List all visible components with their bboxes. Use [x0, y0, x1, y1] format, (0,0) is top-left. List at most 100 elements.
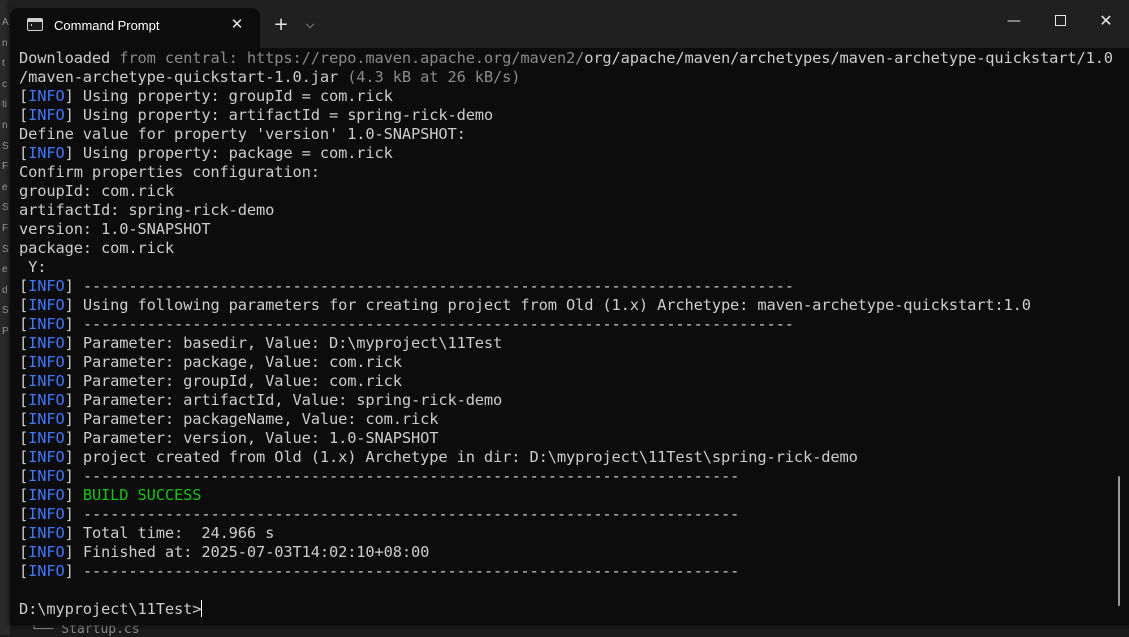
terminal-text: central: https://repo.maven.apache.org/m…: [155, 49, 585, 67]
info-tag: INFO: [28, 277, 65, 295]
terminal-text: Confirm properties configuration:: [19, 163, 320, 181]
terminal-text: [: [19, 410, 29, 428]
terminal-line: [INFO] Parameter: package, Value: com.ri…: [19, 353, 1114, 372]
terminal-text: /maven-archetype-quickstart-1.0.jar: [19, 68, 348, 86]
terminal-text: [: [19, 391, 29, 409]
background-text-fragment: S: [2, 202, 9, 214]
terminal-text: ] Parameter: packageName, Value: com.ric…: [64, 410, 439, 428]
terminal-text: ] Parameter: package, Value: com.rick: [64, 353, 402, 371]
info-tag: INFO: [28, 353, 65, 371]
info-tag: INFO: [28, 87, 65, 105]
terminal-text: ] Using property: artifactId = spring-ri…: [64, 106, 494, 124]
terminal-text: ] --------------------------------------…: [64, 277, 794, 295]
terminal-text: [: [19, 106, 29, 124]
terminal-text: version: 1.0-SNAPSHOT: [19, 220, 211, 238]
terminal-line: [INFO] Using following parameters for cr…: [19, 296, 1114, 315]
terminal-line: artifactId: spring-rick-demo: [19, 201, 1114, 220]
terminal-line: [INFO] Using property: groupId = com.ric…: [19, 87, 1114, 106]
tab-close-icon[interactable]: ✕: [225, 12, 249, 36]
info-tag: INFO: [28, 486, 65, 504]
info-tag: INFO: [28, 315, 65, 333]
minimize-button[interactable]: —: [991, 0, 1037, 44]
background-text-fragment: e: [2, 181, 8, 193]
background-text-fragment: n: [2, 37, 8, 49]
terminal-text: [: [19, 87, 29, 105]
tab-command-prompt[interactable]: Command Prompt ✕: [10, 8, 260, 48]
terminal-text: ] Parameter: artifactId, Value: spring-r…: [64, 391, 503, 409]
terminal-text: ] Parameter: version, Value: 1.0-SNAPSHO…: [64, 429, 439, 447]
background-text-fragment: S: [2, 243, 9, 255]
terminal-line: [INFO] ---------------------------------…: [19, 315, 1114, 334]
terminal-text: ] --------------------------------------…: [64, 562, 740, 580]
info-tag: INFO: [28, 296, 65, 314]
tab-title: Command Prompt: [54, 18, 160, 33]
info-tag: INFO: [28, 543, 65, 561]
maximize-icon: [1054, 15, 1066, 26]
info-tag: INFO: [28, 391, 65, 409]
terminal-text: ] Parameter: basedir, Value: D:\myprojec…: [64, 334, 503, 352]
info-tag: INFO: [28, 467, 65, 485]
background-text-fragment: P: [2, 326, 9, 337]
terminal-text: ] Parameter: groupId, Value: com.rick: [64, 372, 402, 390]
maximize-button[interactable]: [1037, 0, 1083, 44]
background-text-fragment: ti: [2, 99, 7, 111]
terminal-line: Confirm properties configuration:: [19, 163, 1114, 182]
terminal-text: D:\myproject\11Test>: [19, 600, 202, 618]
terminal-line: [INFO] Parameter: groupId, Value: com.ri…: [19, 372, 1114, 391]
terminal-text: [: [19, 448, 29, 466]
info-tag: INFO: [28, 562, 65, 580]
terminal-text: ] --------------------------------------…: [64, 315, 794, 333]
terminal-text: Define value for property 'version' 1.0-…: [19, 125, 466, 143]
new-tab-button[interactable]: +: [268, 12, 294, 38]
info-tag: INFO: [28, 524, 65, 542]
terminal-window: Command Prompt ✕ + ⌵ — ✕ Downloaded from…: [10, 0, 1129, 625]
terminal-text: [: [19, 372, 29, 390]
terminal-line: package: com.rick: [19, 239, 1114, 258]
terminal-text: Downloaded: [19, 49, 120, 67]
terminal-text: [: [19, 144, 29, 162]
terminal-text: [: [19, 467, 29, 485]
terminal-line: [INFO] ---------------------------------…: [19, 277, 1114, 296]
terminal-line: /maven-archetype-quickstart-1.0.jar (4.3…: [19, 68, 1114, 87]
terminal-text: [: [19, 486, 29, 504]
terminal-text: [: [19, 505, 29, 523]
terminal-text: package: com.rick: [19, 239, 174, 257]
command-prompt-icon: [27, 18, 43, 31]
terminal-scrollbar[interactable]: [1118, 476, 1120, 606]
tab-dropdown-chevron-down-icon[interactable]: ⌵: [298, 12, 322, 38]
terminal-text: ] Finished at: 2025-07-03T14:02:10+08:00: [64, 543, 430, 561]
window-close-button[interactable]: ✕: [1083, 0, 1129, 44]
terminal-text: [: [19, 562, 29, 580]
terminal-line: [INFO] Parameter: packageName, Value: co…: [19, 410, 1114, 429]
terminal-line: [INFO] Parameter: version, Value: 1.0-SN…: [19, 429, 1114, 448]
terminal-line: [INFO] Using property: package = com.ric…: [19, 144, 1114, 163]
title-bar[interactable]: Command Prompt ✕ + ⌵ — ✕: [10, 0, 1129, 48]
terminal-line: groupId: com.rick: [19, 182, 1114, 201]
background-text-fragment: n: [2, 120, 8, 131]
text-cursor: [201, 600, 203, 617]
background-text-fragment: e: [2, 264, 8, 276]
terminal-text: ] project created from Old (1.x) Archety…: [64, 448, 858, 466]
terminal-text: Y:: [19, 258, 47, 276]
info-tag: INFO: [28, 106, 65, 124]
background-text-fragment: S: [2, 140, 9, 152]
terminal-text: groupId: com.rick: [19, 182, 174, 200]
terminal-line: version: 1.0-SNAPSHOT: [19, 220, 1114, 239]
terminal-text: [: [19, 429, 29, 447]
info-tag: INFO: [28, 448, 65, 466]
background-text-fragment: t: [2, 58, 5, 70]
info-tag: INFO: [28, 429, 65, 447]
terminal-text: [: [19, 315, 29, 333]
info-tag: INFO: [28, 410, 65, 428]
terminal-text: [: [19, 524, 29, 542]
terminal-line: [INFO] BUILD SUCCESS: [19, 486, 1114, 505]
terminal-line: [INFO] ---------------------------------…: [19, 467, 1114, 486]
background-text-fragment: F: [2, 161, 9, 173]
terminal-line: D:\myproject\11Test>: [19, 600, 1114, 619]
terminal-text: ] Using following parameters for creatin…: [64, 296, 1031, 314]
terminal-output[interactable]: Downloaded from central: https://repo.ma…: [19, 49, 1114, 625]
info-tag: INFO: [28, 334, 65, 352]
terminal-line: [INFO] Finished at: 2025-07-03T14:02:10+…: [19, 543, 1114, 562]
background-text-fragment: S: [2, 305, 9, 317]
